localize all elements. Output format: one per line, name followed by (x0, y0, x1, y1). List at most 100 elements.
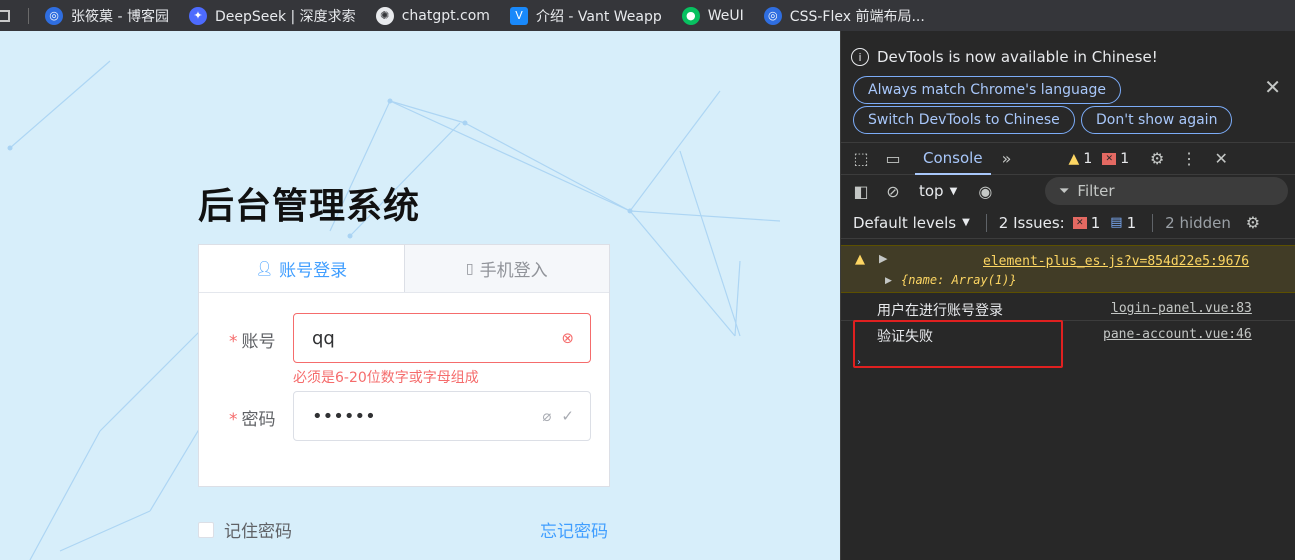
dropdown-icon: ▼ (949, 185, 958, 197)
bookmark-item[interactable]: ● WeUI (681, 6, 744, 25)
issues-info-count: 1 (1126, 213, 1137, 232)
console-warning-message: ▲ ▶ element-plus_es.js?v=854d22e5:9676 ▶… (841, 245, 1295, 293)
live-expression-eye-icon[interactable]: ◉ (969, 182, 1001, 201)
settings-icon[interactable]: ⚙ (1141, 149, 1173, 168)
cnblogs-icon: ◎ (763, 6, 782, 25)
password-input-value: •••••• (312, 405, 376, 427)
warning-icon: ▲ (1068, 150, 1080, 167)
bookmark-label: WeUI (707, 7, 744, 24)
bookmark-item[interactable]: ◎ 张筱菓 - 博客园 (45, 6, 169, 26)
more-tabs-icon[interactable]: » (991, 149, 1023, 168)
bookmark-item[interactable]: ✺ chatgpt.com (375, 6, 490, 25)
console-levels-bar: Default levels ▼ 2 Issues: ✕ 1 ▤ 1 2 hid… (841, 207, 1295, 239)
language-infobar: i DevTools is now available in Chinese! … (841, 31, 1295, 143)
infobar-message: i DevTools is now available in Chinese! (851, 48, 1158, 66)
deepseek-icon: ✦ (188, 6, 207, 25)
console-tab-label: Console (923, 148, 983, 167)
bookmarks-bar: ◎ 张筱菓 - 博客园 ✦ DeepSeek | 深度求索 ✺ chatgpt.… (0, 0, 1295, 31)
error-icon: ✕ (1072, 216, 1087, 229)
expand-object-arrow-icon[interactable]: ▶ (885, 276, 892, 286)
context-selector[interactable]: top ▼ (919, 182, 957, 200)
phone-icon: ▯ (465, 260, 474, 277)
issues-button[interactable]: 2 Issues: ✕ 1 ▤ 1 (985, 213, 1137, 232)
tab-label: 账号登录 (279, 261, 348, 281)
filter-placeholder: Filter (1077, 182, 1115, 200)
expand-arrow-icon[interactable]: ▶ (879, 252, 887, 265)
eye-hidden-icon[interactable]: ⌀ (542, 407, 551, 425)
warning-icon: ▲ (855, 252, 865, 267)
login-panel: 👤︎ 账号登录 ▯ 手机登入 * 账号 qq ⊗ 必须是6-20位数字或字母组成 … (198, 244, 610, 487)
info-icon: i (851, 48, 869, 66)
device-toolbar-icon[interactable]: ▭ (877, 149, 909, 168)
bookmark-item[interactable]: ◎ CSS-Flex 前端布局... (763, 6, 925, 26)
bookmark-label: chatgpt.com (401, 7, 490, 24)
error-count: 1 (1120, 150, 1130, 167)
password-input[interactable]: •••••• ⌀ ✓ (293, 391, 591, 441)
devtools-toolbar: ⬚ ▭ Console » ▲ 1 ✕ 1 ⚙ ⋮ ✕ (841, 143, 1295, 175)
levels-label: Default levels (853, 213, 957, 232)
filter-input[interactable]: ⏷ Filter (1045, 177, 1288, 205)
info-message-icon: ▤ (1110, 215, 1123, 230)
log-source-link[interactable]: login-panel.vue:83 (1111, 301, 1252, 316)
account-input-value: qq (312, 327, 335, 349)
password-label-text: 密码 (241, 410, 276, 430)
hidden-count: 2 hidden (1152, 213, 1231, 232)
tab-account-login[interactable]: 👤︎ 账号登录 (199, 245, 404, 292)
tab-label: 手机登入 (479, 261, 548, 281)
bookmark-label: 张筱菓 - 博客园 (71, 8, 169, 25)
bookmark-label: DeepSeek | 深度求索 (214, 8, 356, 25)
warning-counter[interactable]: ▲ 1 (1069, 151, 1093, 167)
tab-console[interactable]: Console (915, 143, 991, 175)
switch-to-chinese-button[interactable]: Switch DevTools to Chinese (853, 106, 1075, 134)
close-icon[interactable]: ✕ (1264, 75, 1281, 99)
close-devtools-icon[interactable]: ✕ (1205, 149, 1237, 168)
cnblogs-icon: ◎ (45, 6, 63, 25)
log-levels-dropdown[interactable]: Default levels ▼ (853, 214, 970, 232)
bookmark-label: 介绍 - Vant Weapp (535, 8, 662, 25)
more-options-icon[interactable]: ⋮ (1173, 149, 1205, 168)
console-filter-bar: ◧ ⊘ top ▼ ◉ ⏷ Filter (841, 175, 1295, 207)
chatgpt-icon: ✺ (375, 6, 394, 25)
clear-console-icon[interactable]: ⊘ (877, 182, 909, 201)
filter-icon: ⏷ (1059, 183, 1070, 199)
vant-icon: V (509, 6, 528, 25)
bookmark-item[interactable]: V 介绍 - Vant Weapp (509, 6, 662, 26)
remember-label: 记住密码 (224, 522, 292, 542)
remember-checkbox[interactable] (198, 521, 214, 538)
forgot-password-link[interactable]: 忘记密码 (540, 517, 608, 542)
check-circle-icon: ✓ (561, 407, 574, 425)
user-icon: 👤︎ (255, 260, 274, 277)
apps-icon[interactable] (0, 9, 10, 22)
error-icon: ✕ (1102, 152, 1117, 165)
console-log-message: 用户在进行账号登录 login-panel.vue:83 (841, 294, 1295, 321)
account-error-message: 必须是6-20位数字或字母组成 (293, 370, 479, 386)
warning-object-preview[interactable]: {name: Array(1)} (901, 273, 1017, 287)
issues-label: 2 Issues: (998, 213, 1065, 232)
inspect-element-icon[interactable]: ⬚ (845, 149, 877, 168)
login-tabs: 👤︎ 账号登录 ▯ 手机登入 (199, 245, 609, 293)
bookmark-item[interactable]: ✦ DeepSeek | 深度求索 (188, 6, 356, 26)
wechat-icon: ● (681, 6, 700, 25)
devtools-panel: i DevTools is now available in Chinese! … (840, 31, 1295, 560)
account-input[interactable]: qq ⊗ (293, 313, 591, 363)
account-label-text: 账号 (241, 332, 276, 352)
sidebar-toggle-icon[interactable]: ◧ (845, 182, 877, 201)
context-label: top (919, 182, 944, 200)
issues-error-count: 1 (1090, 213, 1101, 232)
warning-source-link[interactable]: element-plus_es.js?v=854d22e5:9676 (983, 254, 1249, 269)
always-match-language-button[interactable]: Always match Chrome's language (853, 76, 1121, 104)
clear-error-icon[interactable]: ⊗ (561, 329, 574, 347)
warning-count: 1 (1083, 150, 1093, 167)
login-page: 后台管理系统 👤︎ 账号登录 ▯ 手机登入 * 账号 qq ⊗ 必须是6-20位数… (0, 31, 840, 560)
remember-password[interactable]: 记住密码 (198, 517, 292, 542)
log-text: 用户在进行账号登录 (877, 303, 1003, 319)
highlight-annotation-box (853, 320, 1063, 368)
dropdown-icon: ▼ (962, 217, 970, 228)
error-counter[interactable]: ✕ 1 (1102, 151, 1129, 167)
password-suffix: ⌀ ✓ (542, 407, 574, 425)
console-settings-icon[interactable]: ⚙ (1237, 213, 1269, 232)
page-title: 后台管理系统 (198, 186, 421, 227)
dont-show-again-button[interactable]: Don't show again (1081, 106, 1233, 134)
log-source-link[interactable]: pane-account.vue:46 (1103, 327, 1252, 342)
tab-phone-login[interactable]: ▯ 手机登入 (403, 245, 609, 292)
